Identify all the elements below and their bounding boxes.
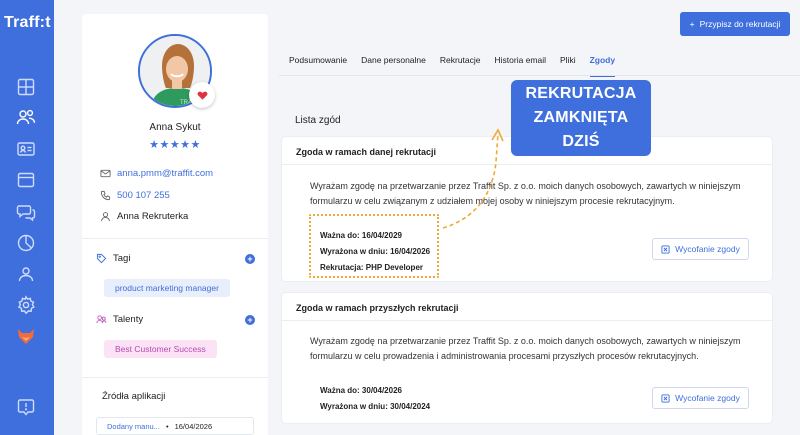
- consent-given-on: Wyrażona w dniu: 30/04/2024: [320, 402, 431, 411]
- phone-row[interactable]: 500 107 255: [100, 190, 170, 201]
- consent-meta: Ważna do: 30/04/2026 Wyrażona w dniu: 30…: [320, 383, 430, 415]
- talents-section-title: Talenty: [96, 314, 143, 325]
- window-icon[interactable]: [16, 170, 36, 190]
- annotation-banner: REKRUTACJA ZAMKNIĘTA DZIŚ: [511, 80, 651, 156]
- rating-stars[interactable]: ★★★★★: [82, 138, 268, 151]
- owner-row: Anna Rekruterka: [100, 211, 188, 222]
- tab-rekrutacje[interactable]: Rekrutacje: [440, 55, 481, 71]
- consent-text: Wyrażam zgodę na przetwarzanie przez Tra…: [310, 181, 741, 206]
- tab-podsumowanie[interactable]: Podsumowanie: [289, 55, 347, 71]
- talent-icon: [96, 315, 107, 324]
- talents-title: Talenty: [113, 314, 144, 325]
- tab-historia-email[interactable]: Historia email: [495, 55, 547, 71]
- person-icon: [101, 212, 110, 222]
- team-icon[interactable]: [16, 264, 36, 284]
- talent-chip[interactable]: Best Customer Success: [104, 340, 217, 358]
- email-row[interactable]: anna.pmm@traffit.com: [100, 168, 213, 179]
- source-date: 16/04/2026: [174, 421, 213, 431]
- annotation-line-2: ZAMKNIĘTA DZIŚ: [533, 109, 629, 150]
- consent-list-title: Lista zgód: [295, 115, 341, 126]
- add-tag-button[interactable]: +: [245, 254, 255, 264]
- contact-card-icon[interactable]: [16, 139, 36, 159]
- consent-valid-to: Ważna do: 30/04/2026: [320, 386, 402, 395]
- candidate-name: Anna Sykut: [149, 122, 201, 133]
- assign-to-recruitment-button[interactable]: + Przypisz do rekrutacji: [680, 12, 790, 36]
- candidate-phone[interactable]: 500 107 255: [117, 190, 170, 201]
- consent-text: Wyrażam zgodę na przetwarzanie przez Tra…: [310, 336, 741, 361]
- tags-section-title: Tagi: [96, 253, 130, 264]
- candidate-email[interactable]: anna.pmm@traffit.com: [117, 168, 213, 179]
- withdraw-consent-button[interactable]: Wycofanie zgody: [652, 238, 749, 260]
- fox-icon[interactable]: [16, 326, 36, 346]
- tag-icon: [96, 253, 107, 264]
- mail-icon: [100, 169, 111, 178]
- divider: [82, 238, 268, 239]
- annotation-line-1: REKRUTACJA: [525, 85, 637, 102]
- withdraw-label: Wycofanie zgody: [675, 393, 740, 403]
- source-item[interactable]: Dodany manu... • 16/04/2026: [96, 417, 254, 435]
- withdraw-icon: [661, 393, 670, 403]
- withdraw-label: Wycofanie zgody: [675, 244, 740, 254]
- candidate-profile-panel: TRA Anna Sykut ★★★★★ anna.pmm@traffit.co…: [82, 14, 268, 435]
- chat-icon[interactable]: [16, 202, 36, 222]
- tab-pliki[interactable]: Pliki: [560, 55, 576, 71]
- profile-tabs: Podsumowanie Dane personalne Rekrutacje …: [289, 55, 615, 77]
- withdraw-consent-button[interactable]: Wycofanie zgody: [652, 387, 749, 409]
- annotation-arrow: [442, 128, 504, 229]
- settings-icon[interactable]: [16, 295, 36, 315]
- favorite-heart-icon[interactable]: [189, 82, 215, 108]
- plus-icon: +: [689, 19, 695, 29]
- divider: [82, 377, 268, 378]
- source-label: Dodany manu...: [107, 421, 160, 431]
- tab-dane-personalne[interactable]: Dane personalne: [361, 55, 426, 71]
- withdraw-icon: [661, 244, 670, 254]
- consent-card-title: Zgoda w ramach przyszłych rekrutacji: [282, 293, 772, 321]
- chart-icon[interactable]: [16, 233, 36, 253]
- tabs-divider: [279, 75, 800, 76]
- assign-button-label: Przypisz do rekrutacji: [699, 19, 781, 29]
- main-sidebar: Traff:t: [0, 0, 54, 435]
- users-icon[interactable]: [16, 107, 36, 127]
- tag-chip[interactable]: product marketing manager: [104, 279, 230, 297]
- candidate-owner: Anna Rekruterka: [117, 211, 189, 222]
- tab-zgody[interactable]: Zgody: [589, 55, 615, 77]
- dashboard-icon[interactable]: [16, 77, 36, 97]
- tags-title: Tagi: [113, 253, 131, 264]
- highlight-box: [309, 214, 439, 278]
- consent-card: Zgoda w ramach przyszłych rekrutacji Wyr…: [282, 293, 772, 423]
- source-separator: •: [165, 421, 169, 431]
- sources-title: Źródła aplikacji: [102, 391, 166, 402]
- phone-icon: [100, 190, 111, 201]
- help-icon[interactable]: [16, 397, 36, 417]
- add-talent-button[interactable]: +: [245, 315, 255, 325]
- app-logo[interactable]: Traff:t: [4, 14, 51, 32]
